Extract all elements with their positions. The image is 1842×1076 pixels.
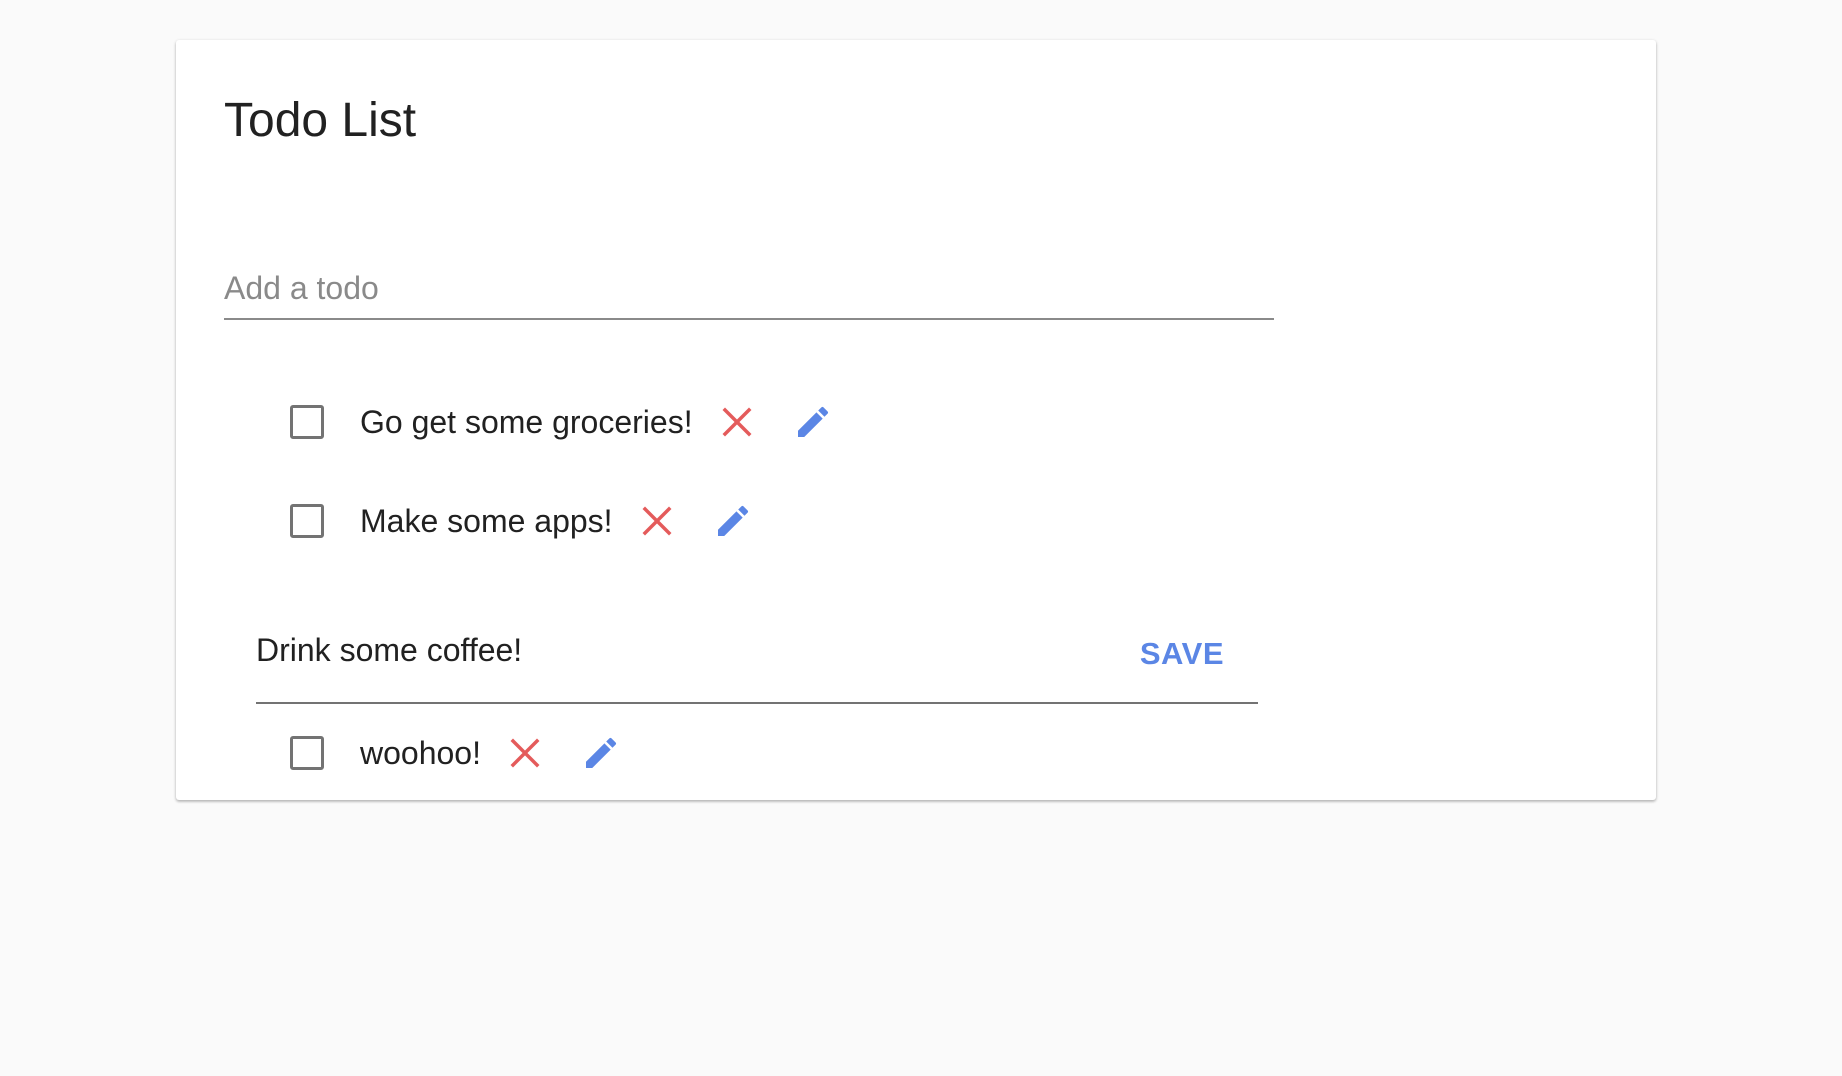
delete-button[interactable]: [717, 402, 757, 442]
todo-label: Make some apps!: [360, 502, 613, 539]
pencil-icon: [797, 406, 828, 437]
todo-checkbox[interactable]: [290, 504, 324, 538]
todo-card: Todo List Go get some groceries! Make so…: [176, 40, 1656, 800]
todo-item: Go get some groceries!: [288, 397, 833, 447]
todo-checkbox[interactable]: [290, 736, 324, 770]
close-icon: [510, 738, 540, 768]
edit-button[interactable]: [581, 733, 621, 773]
todo-label: woohoo!: [360, 734, 481, 771]
edit-todo-row: SAVE: [256, 618, 1258, 704]
page-title: Todo List: [224, 94, 417, 147]
delete-button[interactable]: [505, 733, 545, 773]
close-icon: [642, 506, 672, 536]
close-icon: [722, 407, 752, 437]
edit-button[interactable]: [793, 402, 833, 442]
save-button[interactable]: SAVE: [1140, 636, 1224, 672]
todo-checkbox[interactable]: [290, 405, 324, 439]
pencil-icon: [717, 505, 748, 536]
todo-label: Go get some groceries!: [360, 403, 693, 440]
todo-item: Make some apps!: [288, 496, 753, 546]
pencil-icon: [585, 737, 616, 768]
delete-button[interactable]: [637, 501, 677, 541]
edit-todo-input[interactable]: [256, 628, 1136, 672]
todo-item: woohoo!: [288, 728, 621, 778]
edit-button[interactable]: [713, 501, 753, 541]
add-todo-input[interactable]: [224, 258, 1274, 320]
